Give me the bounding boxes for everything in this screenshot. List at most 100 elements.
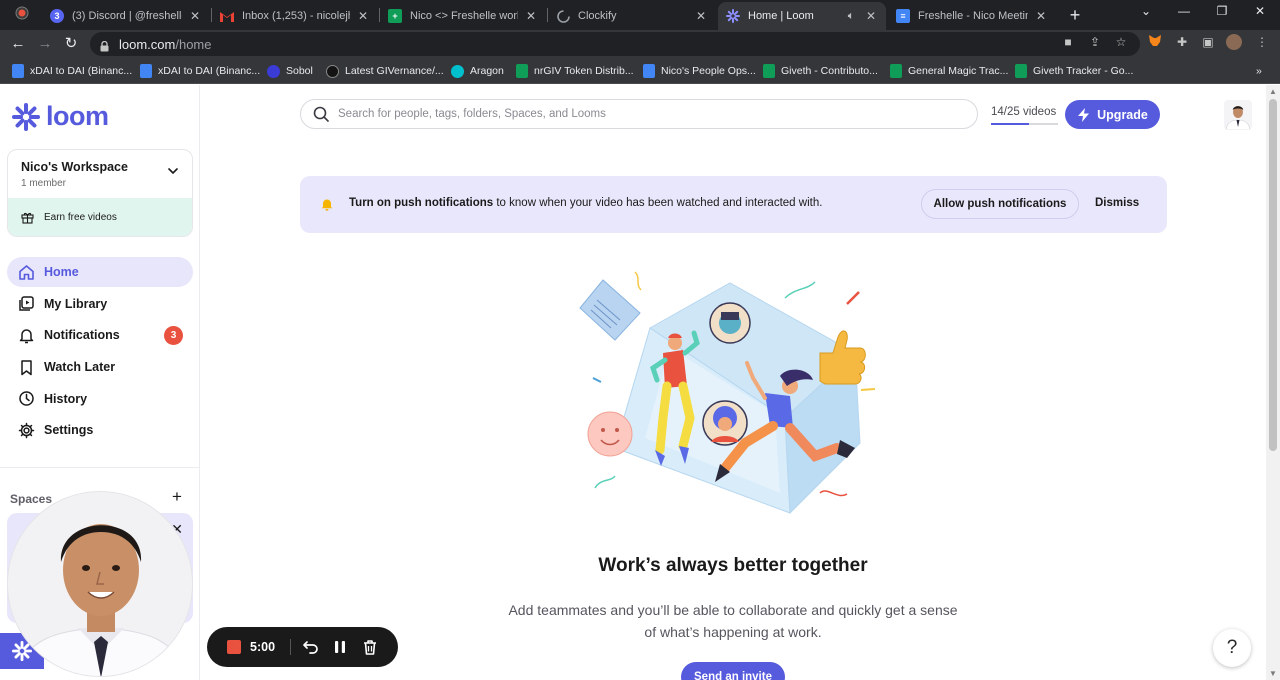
clock-icon	[17, 390, 35, 408]
docs-icon	[12, 64, 24, 78]
loom-favicon-icon	[726, 9, 740, 23]
lightning-icon	[1078, 107, 1090, 122]
scroll-down-icon[interactable]: ▼	[1269, 669, 1277, 678]
discord-icon: 3	[50, 9, 64, 23]
tab-docs[interactable]: ≡ Freshelle - Nico Meeting N ✕	[888, 2, 1056, 30]
sidebar-item-settings[interactable]: Settings	[7, 415, 193, 445]
bookmark-item[interactable]: General Magic Trac...	[890, 63, 1008, 79]
reload-button[interactable]: ↻	[61, 34, 81, 54]
spaces-heading: Spaces	[10, 492, 53, 506]
team-collaboration-illustration	[579, 271, 876, 515]
address-bar[interactable]: loom.com/home	[90, 32, 1140, 56]
sidebar-item-watch-later[interactable]: Watch Later	[7, 352, 193, 382]
tab-discord[interactable]: 3 (3) Discord | @freshelle ✕	[42, 2, 210, 30]
video-quota-fill	[991, 123, 1029, 125]
add-space-button[interactable]: +	[172, 487, 182, 507]
metamask-icon[interactable]	[1147, 34, 1163, 50]
bell-icon	[321, 199, 333, 211]
close-icon[interactable]: ✕	[864, 9, 878, 23]
earn-free-videos-link[interactable]: Earn free videos	[8, 198, 192, 236]
side-panel-icon[interactable]: ▣	[1200, 34, 1216, 50]
loom-logo[interactable]: loom	[12, 101, 109, 132]
undo-icon[interactable]	[302, 638, 320, 656]
docs-icon	[140, 64, 152, 78]
gift-icon	[21, 212, 34, 224]
search-bar[interactable]	[300, 99, 978, 129]
upgrade-label: Upgrade	[1097, 107, 1148, 122]
tab-title: Clockify	[578, 10, 617, 22]
scrollbar-thumb[interactable]	[1269, 99, 1277, 451]
allow-push-notifications-button[interactable]: Allow push notifications	[921, 189, 1079, 219]
forward-button[interactable]: →	[35, 34, 55, 54]
page-scrollbar[interactable]: ▲ ▼	[1266, 85, 1280, 680]
back-button[interactable]: ←	[8, 34, 28, 54]
bookmark-item[interactable]: xDAI to DAI (Binanc...	[140, 63, 260, 79]
bookmark-item[interactable]: nrGIV Token Distrib...	[516, 63, 634, 79]
tab-title: Home | Loom	[748, 10, 814, 22]
docs-icon	[643, 64, 655, 78]
stop-recording-button[interactable]	[227, 640, 241, 654]
extensions-icon[interactable]: ✚	[1174, 34, 1190, 50]
banner-message: Turn on push notifications to know when …	[349, 197, 823, 209]
trash-icon[interactable]	[361, 638, 379, 656]
close-icon[interactable]: ✕	[188, 9, 202, 23]
tab-loom-active[interactable]: Home | Loom 🔈︎ ✕	[718, 2, 886, 30]
close-icon[interactable]: ✕	[694, 9, 708, 23]
close-icon[interactable]: ✕	[356, 9, 370, 23]
video-quota-label[interactable]: 14/25 videos	[991, 106, 1056, 118]
tab-title: Inbox (1,253) - nicolejhonli	[242, 10, 350, 22]
empty-state-description: Add teammates and you’ll be able to coll…	[508, 602, 958, 640]
sidebar-item-notifications[interactable]: Notifications 3	[7, 320, 193, 350]
minimize-button[interactable]: —	[1174, 4, 1194, 18]
webcam-bubble[interactable]	[7, 491, 193, 677]
menu-icon[interactable]: ⋮	[1254, 34, 1270, 50]
camera-icon[interactable]: ■	[1060, 34, 1076, 50]
new-tab-button[interactable]: +	[1066, 5, 1084, 26]
bookmark-icon	[17, 358, 35, 376]
help-button[interactable]: ?	[1213, 629, 1251, 667]
bookmark-item[interactable]: Latest GIVernance/...	[326, 63, 444, 79]
profile-avatar[interactable]	[1226, 34, 1242, 50]
tab-clockify[interactable]: Clockify ✕	[548, 2, 716, 30]
search-input[interactable]	[338, 108, 938, 120]
lock-icon[interactable]	[100, 39, 109, 52]
bookmark-star-icon[interactable]: ☆	[1113, 34, 1129, 50]
bookmark-item[interactable]: Giveth Tracker - Go...	[1015, 63, 1133, 79]
workspace-name: Nico's Workspace	[21, 160, 128, 174]
sobol-icon	[267, 64, 280, 78]
workspace-switcher[interactable]: Nico's Workspace 1 member	[8, 150, 192, 198]
sheets-icon: +	[388, 9, 402, 23]
tab-gmail[interactable]: Inbox (1,253) - nicolejhonli ✕	[212, 2, 378, 30]
close-icon[interactable]: ✕	[524, 9, 538, 23]
sheets-icon	[890, 64, 902, 78]
tab-search-icon[interactable]: ⌄	[1136, 4, 1156, 18]
more-bookmarks-button[interactable]: »	[1256, 63, 1262, 79]
record-indicator-icon	[14, 6, 30, 22]
bookmark-item[interactable]: Giveth - Contributo...	[763, 63, 878, 79]
send-invite-button[interactable]: Send an invite	[681, 662, 785, 680]
sidebar-item-my-library[interactable]: My Library	[7, 289, 193, 319]
recorder-divider	[290, 639, 291, 655]
speaker-icon[interactable]: 🔈︎	[844, 10, 858, 23]
bookmark-item[interactable]: Nico's People Ops...	[643, 63, 756, 79]
scroll-up-icon[interactable]: ▲	[1269, 87, 1277, 96]
workspace-members: 1 member	[21, 178, 67, 189]
recording-control-bar: 5:00	[207, 627, 398, 667]
maximize-button[interactable]: ❐	[1212, 4, 1232, 18]
share-icon[interactable]: ⇪	[1087, 34, 1103, 50]
close-window-button[interactable]: ✕	[1250, 4, 1270, 18]
tab-sheets[interactable]: + Nico <> Freshelle working ✕	[380, 2, 546, 30]
upgrade-button[interactable]: Upgrade	[1065, 100, 1160, 129]
sidebar-item-history[interactable]: History	[7, 384, 193, 414]
tab-title: Nico <> Freshelle working	[410, 10, 518, 22]
empty-state-headline: Work’s always better together	[598, 555, 868, 576]
dismiss-button[interactable]: Dismiss	[1095, 197, 1139, 209]
bookmark-item[interactable]: Sobol	[267, 63, 313, 79]
sidebar-item-home[interactable]: Home	[7, 257, 193, 287]
pause-icon[interactable]	[331, 638, 349, 656]
giveth-icon	[326, 64, 339, 78]
close-icon[interactable]: ✕	[1034, 9, 1048, 23]
bookmark-item[interactable]: xDAI to DAI (Binanc...	[12, 63, 132, 79]
bookmark-item[interactable]: Aragon	[451, 63, 504, 79]
user-avatar[interactable]	[1224, 100, 1252, 130]
